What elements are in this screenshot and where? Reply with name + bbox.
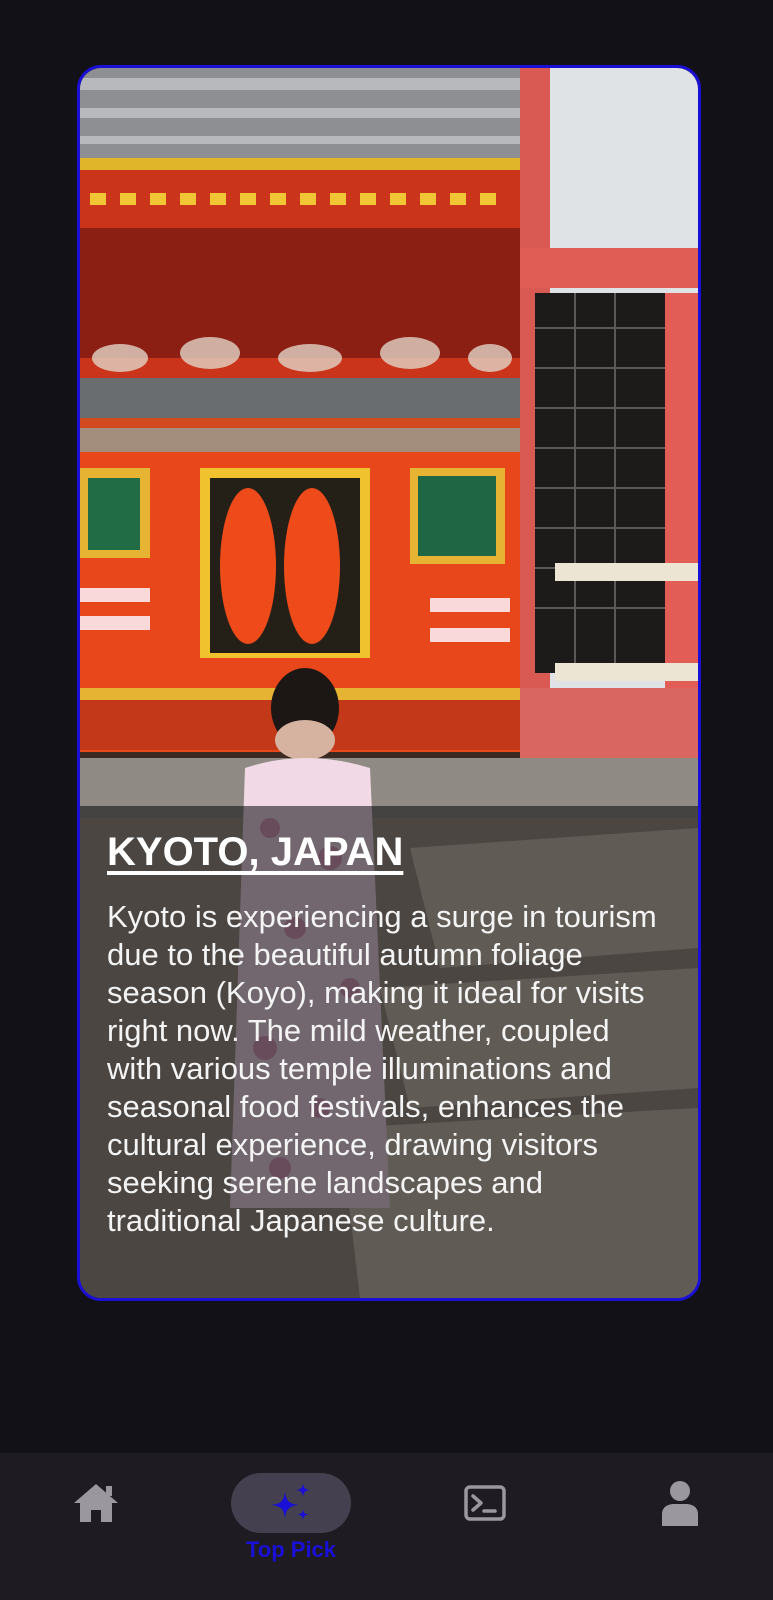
- nav-item-home[interactable]: [26, 1473, 166, 1573]
- nav-label-top-pick: Top Pick: [245, 1537, 337, 1562]
- sparkle-icon: [271, 1483, 310, 1520]
- destination-description: Kyoto is experiencing a surge in tourism…: [107, 899, 657, 1238]
- destination-card[interactable]: KYOTO, JAPAN Kyoto is experiencing a sur…: [77, 65, 701, 1301]
- card-text-overlay: KYOTO, JAPAN Kyoto is experiencing a sur…: [80, 806, 698, 1298]
- person-icon: [662, 1481, 698, 1526]
- terminal-icon: [464, 1485, 506, 1521]
- home-icon: [74, 1484, 118, 1522]
- bottom-navigation-bar: Top Pick: [0, 1453, 773, 1600]
- destination-title[interactable]: KYOTO, JAPAN: [107, 828, 672, 876]
- nav-item-top-pick[interactable]: Top Pick: [221, 1473, 361, 1573]
- nav-item-profile[interactable]: [610, 1473, 750, 1573]
- nav-item-terminal[interactable]: [415, 1473, 555, 1573]
